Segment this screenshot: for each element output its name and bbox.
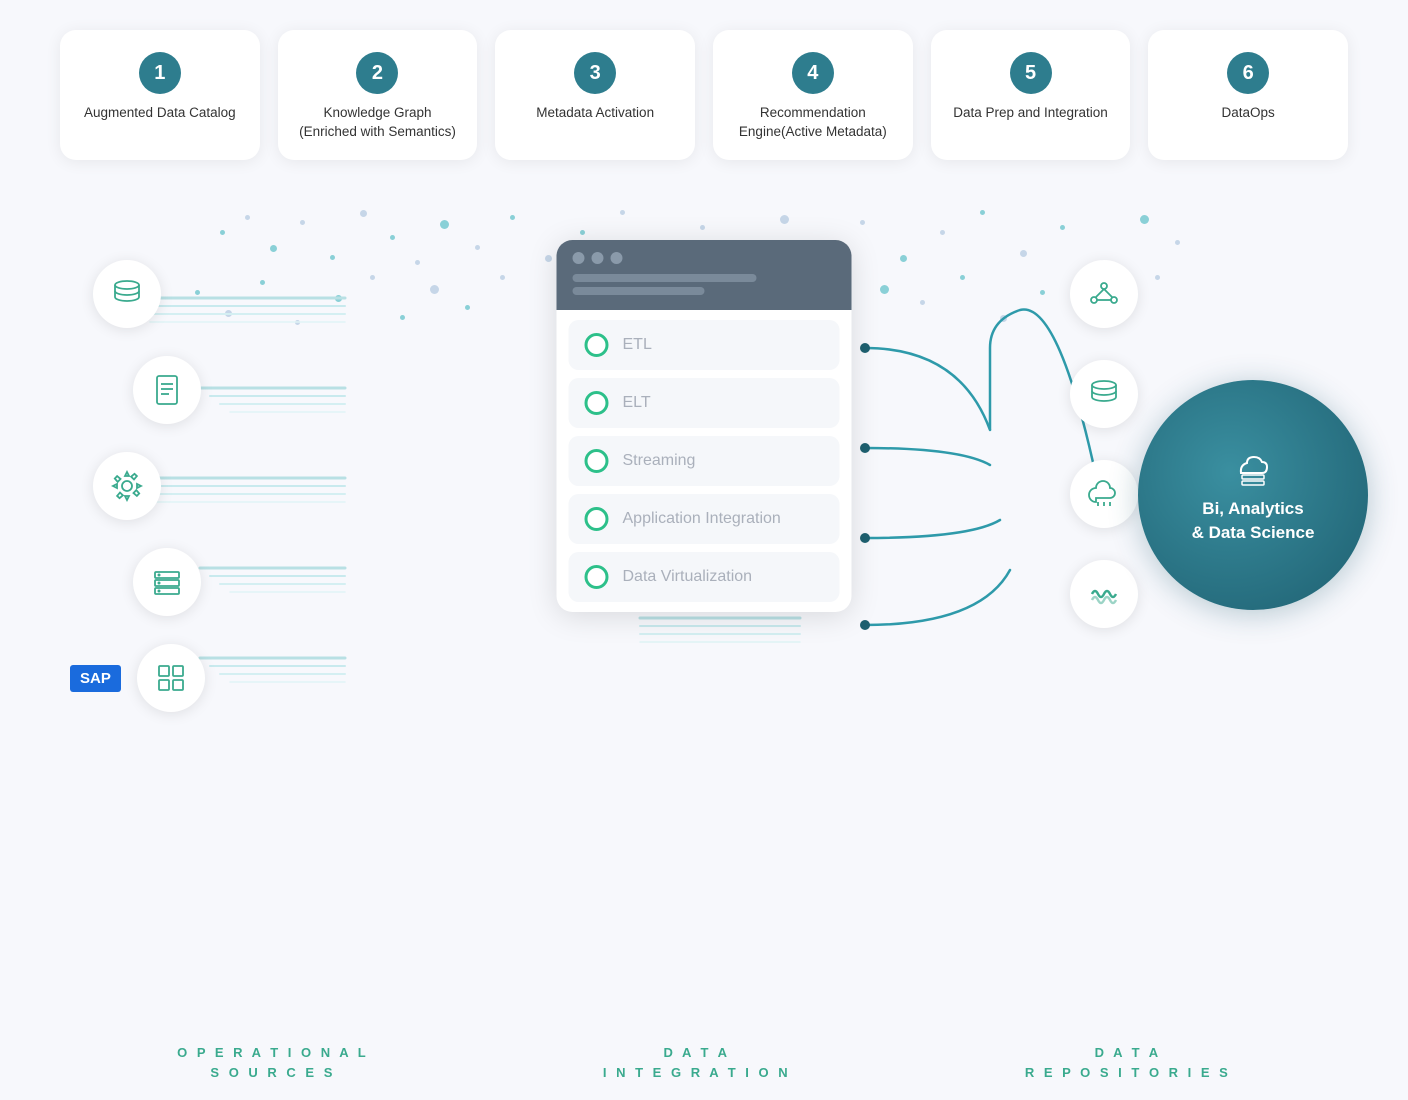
card-4: 4 Recommendation Engine(Active Metadata) — [713, 30, 913, 160]
gear-svg — [109, 468, 145, 504]
card-number-5: 5 — [1010, 52, 1052, 94]
radio-etl[interactable] — [585, 333, 609, 357]
card-number-1: 1 — [139, 52, 181, 94]
bottom-label-operational: O P E R A T I O N A L S O U R C E S — [177, 1043, 369, 1082]
wave-svg — [1086, 576, 1122, 612]
data-repositories-column — [1070, 260, 1138, 628]
bottom-label-data-repositories: D A T A R E P O S I T O R I E S — [1025, 1043, 1231, 1082]
browser-dot-3 — [611, 252, 623, 264]
browser-header — [557, 240, 852, 310]
card-6: 6 DataOps — [1148, 30, 1348, 160]
browser-dot-1 — [573, 252, 585, 264]
card-label-3: Metadata Activation — [536, 104, 654, 123]
sap-group: SAP — [70, 644, 205, 712]
browser-body: ETL ELT Streaming Application Integratio… — [557, 310, 852, 612]
label-streaming: Streaming — [623, 452, 696, 470]
radio-app-integration[interactable] — [585, 507, 609, 531]
server-svg — [149, 564, 185, 600]
grid-svg — [153, 660, 189, 696]
card-number-6: 6 — [1227, 52, 1269, 94]
radio-elt[interactable] — [585, 391, 609, 415]
card-label-4: Recommendation Engine(Active Metadata) — [731, 104, 895, 142]
integration-item-streaming[interactable]: Streaming — [569, 436, 840, 486]
sap-badge: SAP — [70, 665, 121, 692]
source-server-icon — [133, 548, 201, 616]
card-label-5: Data Prep and Integration — [953, 104, 1108, 123]
repo-network-icon — [1070, 260, 1138, 328]
radio-streaming[interactable] — [585, 449, 609, 473]
card-label-1: Augmented Data Catalog — [84, 104, 236, 123]
radio-data-virtualization[interactable] — [585, 565, 609, 589]
label-data-virtualization: Data Virtualization — [623, 568, 753, 586]
card-label-2: Knowledge Graph (Enriched with Semantics… — [296, 104, 460, 142]
network-svg — [1086, 276, 1122, 312]
card-1: 1 Augmented Data Catalog — [60, 30, 260, 160]
browser-dots — [573, 252, 836, 264]
database-svg — [109, 276, 145, 312]
repo-database-icon — [1070, 360, 1138, 428]
integration-item-data-virtualization[interactable]: Data Virtualization — [569, 552, 840, 602]
browser-bar-short — [573, 287, 705, 295]
card-number-2: 2 — [356, 52, 398, 94]
source-document-icon — [133, 356, 201, 424]
cloud-svg — [1086, 476, 1122, 512]
diagram-area: SAP — [0, 230, 1408, 1020]
browser-bar-long — [573, 274, 757, 282]
browser-mock: ETL ELT Streaming Application Integratio… — [557, 240, 852, 612]
card-2: 2 Knowledge Graph (Enriched with Semanti… — [278, 30, 478, 160]
label-elt: ELT — [623, 394, 651, 412]
bi-circle-label: Bi, Analytics& Data Science — [1176, 497, 1331, 545]
card-label-6: DataOps — [1222, 104, 1275, 123]
browser-dot-2 — [592, 252, 604, 264]
card-number-3: 3 — [574, 52, 616, 94]
label-etl: ETL — [623, 336, 652, 354]
bi-icon-svg — [1227, 445, 1279, 489]
card-number-4: 4 — [792, 52, 834, 94]
source-database-icon — [93, 260, 161, 328]
integration-item-app-integration[interactable]: Application Integration — [569, 494, 840, 544]
bottom-label-data-integration: D A T A I N T E G R A T I O N — [603, 1043, 791, 1082]
integration-item-elt[interactable]: ELT — [569, 378, 840, 428]
bi-analytics-circle: Bi, Analytics& Data Science — [1138, 380, 1368, 610]
card-5: 5 Data Prep and Integration — [931, 30, 1131, 160]
source-gear-icon — [93, 452, 161, 520]
repo-wave-icon — [1070, 560, 1138, 628]
bottom-labels-row: O P E R A T I O N A L S O U R C E S D A … — [0, 1043, 1408, 1082]
data-integration-panel: ETL ELT Streaming Application Integratio… — [557, 240, 852, 612]
integration-item-etl[interactable]: ETL — [569, 320, 840, 370]
repo-cloud-icon — [1070, 460, 1138, 528]
document-svg — [149, 372, 185, 408]
top-cards-row: 1 Augmented Data Catalog 2 Knowledge Gra… — [0, 30, 1408, 160]
card-3: 3 Metadata Activation — [495, 30, 695, 160]
label-app-integration: Application Integration — [623, 510, 781, 528]
operational-sources-column: SAP — [50, 260, 205, 712]
repo-db-svg — [1086, 376, 1122, 412]
source-grid-icon — [137, 644, 205, 712]
